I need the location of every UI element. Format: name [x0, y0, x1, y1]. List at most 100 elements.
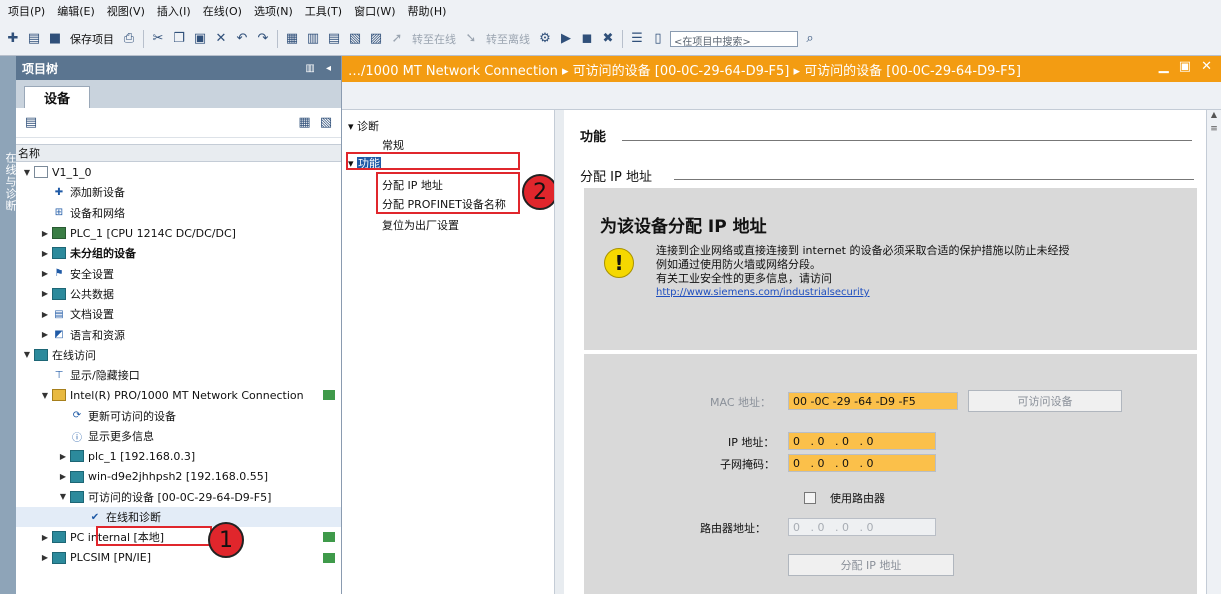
- tree-item[interactable]: ✔ 在线和诊断: [16, 507, 341, 528]
- tree-item[interactable]: ⟳ 更新可访问的设备: [16, 406, 341, 426]
- open-project-icon[interactable]: ▤: [25, 30, 43, 48]
- tree-item[interactable]: ▶ PLCSIM [PN/IE]: [16, 548, 341, 568]
- expanded-arrow-icon[interactable]: ▼: [40, 391, 50, 400]
- project-tree-header: 项目树 ▥ ◂: [16, 56, 341, 80]
- cut-icon[interactable]: ✂: [149, 30, 167, 48]
- tree-options-icon[interactable]: ▤: [22, 114, 40, 132]
- tree-item-label: 在线和诊断: [106, 511, 161, 525]
- undo-icon[interactable]: ↶: [233, 30, 251, 48]
- tree-item-label: 未分组的设备: [70, 247, 136, 261]
- go-offline-button[interactable]: 转至离线: [486, 31, 530, 47]
- tree-item[interactable]: ▶ 未分组的设备: [16, 243, 341, 263]
- project-search-input[interactable]: <在项目中搜索>: [670, 30, 798, 48]
- plc-icon[interactable]: ▨: [367, 30, 385, 48]
- annotation-badge-1: 1: [208, 522, 244, 558]
- folder-icon: [52, 551, 66, 564]
- expanded-arrow-icon[interactable]: ▼: [58, 492, 68, 501]
- content-scrollbar[interactable]: ▲ ≡: [1206, 110, 1221, 594]
- siemens-security-link[interactable]: http://www.siemens.com/industrialsecurit…: [656, 286, 1069, 300]
- tree-item[interactable]: ⊞ 设备和网络: [16, 203, 341, 223]
- tree-item[interactable]: ▼ 可访问的设备 [00-0C-29-64-D9-F5]: [16, 487, 341, 507]
- print-icon[interactable]: ⎙: [120, 30, 138, 48]
- tree-item[interactable]: ▶ ▤ 文档设置: [16, 304, 341, 324]
- save-icon[interactable]: ■: [46, 30, 64, 48]
- tree-view-icon[interactable]: ▦: [296, 114, 314, 132]
- collapsed-arrow-icon[interactable]: ▶: [40, 289, 50, 298]
- split-vertical-icon[interactable]: ▯: [649, 30, 667, 48]
- collapse-panel-icon[interactable]: ▥ ◂: [305, 63, 335, 74]
- nav-splitter[interactable]: [554, 110, 564, 594]
- collapsed-arrow-icon[interactable]: ▶: [40, 229, 50, 238]
- ip-address-field[interactable]: 0 . 0 . 0 . 0: [788, 432, 936, 450]
- tree-item[interactable]: ▶ ◩ 语言和资源: [16, 324, 341, 344]
- tree-item[interactable]: ⓘ 显示更多信息: [16, 426, 341, 446]
- assign-ip-button[interactable]: 分配 IP 地址: [788, 554, 954, 576]
- split-horizontal-icon[interactable]: ☰: [628, 30, 646, 48]
- save-project-button[interactable]: 保存项目: [70, 31, 114, 47]
- collapsed-arrow-icon[interactable]: ▶: [58, 472, 68, 481]
- collapsed-arrow-icon[interactable]: ▶: [40, 310, 50, 319]
- collapsed-arrow-icon[interactable]: ▶: [58, 452, 68, 461]
- menu-item[interactable]: 选项(N): [248, 3, 299, 19]
- go-online-icon[interactable]: ➚: [388, 30, 406, 48]
- download-icon[interactable]: ▥: [304, 30, 322, 48]
- cross-reference-icon[interactable]: ✖: [599, 30, 617, 48]
- nav-general[interactable]: 常规: [382, 137, 404, 153]
- redo-icon[interactable]: ↷: [254, 30, 272, 48]
- tree-add-icon[interactable]: ▧: [317, 114, 335, 132]
- copy-icon[interactable]: ❐: [170, 30, 188, 48]
- start-cpu-icon[interactable]: ▶: [557, 30, 575, 48]
- tree-item[interactable]: ▶ PLC_1 [CPU 1214C DC/DC/DC]: [16, 223, 341, 243]
- collapsed-arrow-icon[interactable]: ▶: [40, 249, 50, 258]
- tree-item[interactable]: ▶ win-d9e2jhhpsh2 [192.168.0.55]: [16, 466, 341, 486]
- online-diagnostics-side-tab[interactable]: 在线与诊断: [0, 56, 17, 594]
- router-address-field[interactable]: 0 . 0 . 0 . 0: [788, 518, 936, 536]
- tree-item[interactable]: ✚ 添加新设备: [16, 182, 341, 202]
- mac-address-field[interactable]: 00 -0C -29 -64 -D9 -F5: [788, 392, 958, 410]
- search-icon[interactable]: ⌕: [801, 30, 819, 48]
- expanded-arrow-icon[interactable]: ▼: [22, 168, 32, 177]
- tree-item[interactable]: ▼ V1_1_0: [16, 162, 341, 182]
- menu-item[interactable]: 视图(V): [101, 3, 151, 19]
- collapsed-arrow-icon[interactable]: ▶: [40, 553, 50, 562]
- upload-icon[interactable]: ▤: [325, 30, 343, 48]
- tree-item[interactable]: ▶ plc_1 [192.168.0.3]: [16, 446, 341, 466]
- tree-item[interactable]: ▼ Intel(R) PRO/1000 MT Network Connection: [16, 385, 341, 405]
- assign-ip-content: 功能 分配 IP 地址 为该设备分配 IP 地址 ! 连接到企业网络或直接连接到…: [564, 110, 1221, 594]
- tree-column-header: 名称: [16, 144, 341, 162]
- scroll-menu-icon[interactable]: ≡: [1207, 124, 1221, 138]
- menu-item[interactable]: 项目(P): [2, 3, 51, 19]
- collapsed-arrow-icon[interactable]: ▶: [40, 330, 50, 339]
- menu-item[interactable]: 窗口(W): [348, 3, 401, 19]
- compile-icon[interactable]: ▦: [283, 30, 301, 48]
- paste-icon[interactable]: ▣: [191, 30, 209, 48]
- go-offline-icon[interactable]: ➘: [462, 30, 480, 48]
- use-router-checkbox[interactable]: [804, 492, 816, 504]
- expanded-arrow-icon[interactable]: ▼: [22, 350, 32, 359]
- accessible-devices-icon[interactable]: ⚙: [536, 30, 554, 48]
- accessible-devices-button[interactable]: 可访问设备: [968, 390, 1122, 412]
- tree-item[interactable]: ⊤ 显示/隐藏接口: [16, 365, 341, 385]
- go-online-button[interactable]: 转至在线: [412, 31, 456, 47]
- new-project-icon[interactable]: ✚: [4, 30, 22, 48]
- stop-cpu-icon[interactable]: ◼: [578, 30, 596, 48]
- menu-item[interactable]: 帮助(H): [402, 3, 453, 19]
- nav-diagnostics[interactable]: ▾ 诊断: [348, 118, 379, 134]
- collapsed-arrow-icon[interactable]: ▶: [40, 269, 50, 278]
- menu-item[interactable]: 在线(O): [197, 3, 248, 19]
- menu-item[interactable]: 工具(T): [299, 3, 348, 19]
- menu-item[interactable]: 编辑(E): [51, 3, 101, 19]
- tree-item[interactable]: ▶ ⚑ 安全设置: [16, 263, 341, 283]
- toolbar-separator: [143, 29, 144, 48]
- delete-icon[interactable]: ✕: [212, 30, 230, 48]
- collapsed-arrow-icon[interactable]: ▶: [40, 533, 50, 542]
- subnet-mask-field[interactable]: 0 . 0 . 0 . 0: [788, 454, 936, 472]
- tree-item[interactable]: ▶ 公共数据: [16, 284, 341, 304]
- scroll-up-icon[interactable]: ▲: [1207, 110, 1221, 124]
- window-controls[interactable]: ▁ ▣ ✕: [1159, 59, 1215, 74]
- tree-item[interactable]: ▼ 在线访问: [16, 345, 341, 365]
- simulation-icon[interactable]: ▧: [346, 30, 364, 48]
- tab-devices[interactable]: 设备: [24, 86, 90, 108]
- menu-item[interactable]: 插入(I): [151, 3, 197, 19]
- nav-reset-factory[interactable]: 复位为出厂设置: [382, 217, 459, 233]
